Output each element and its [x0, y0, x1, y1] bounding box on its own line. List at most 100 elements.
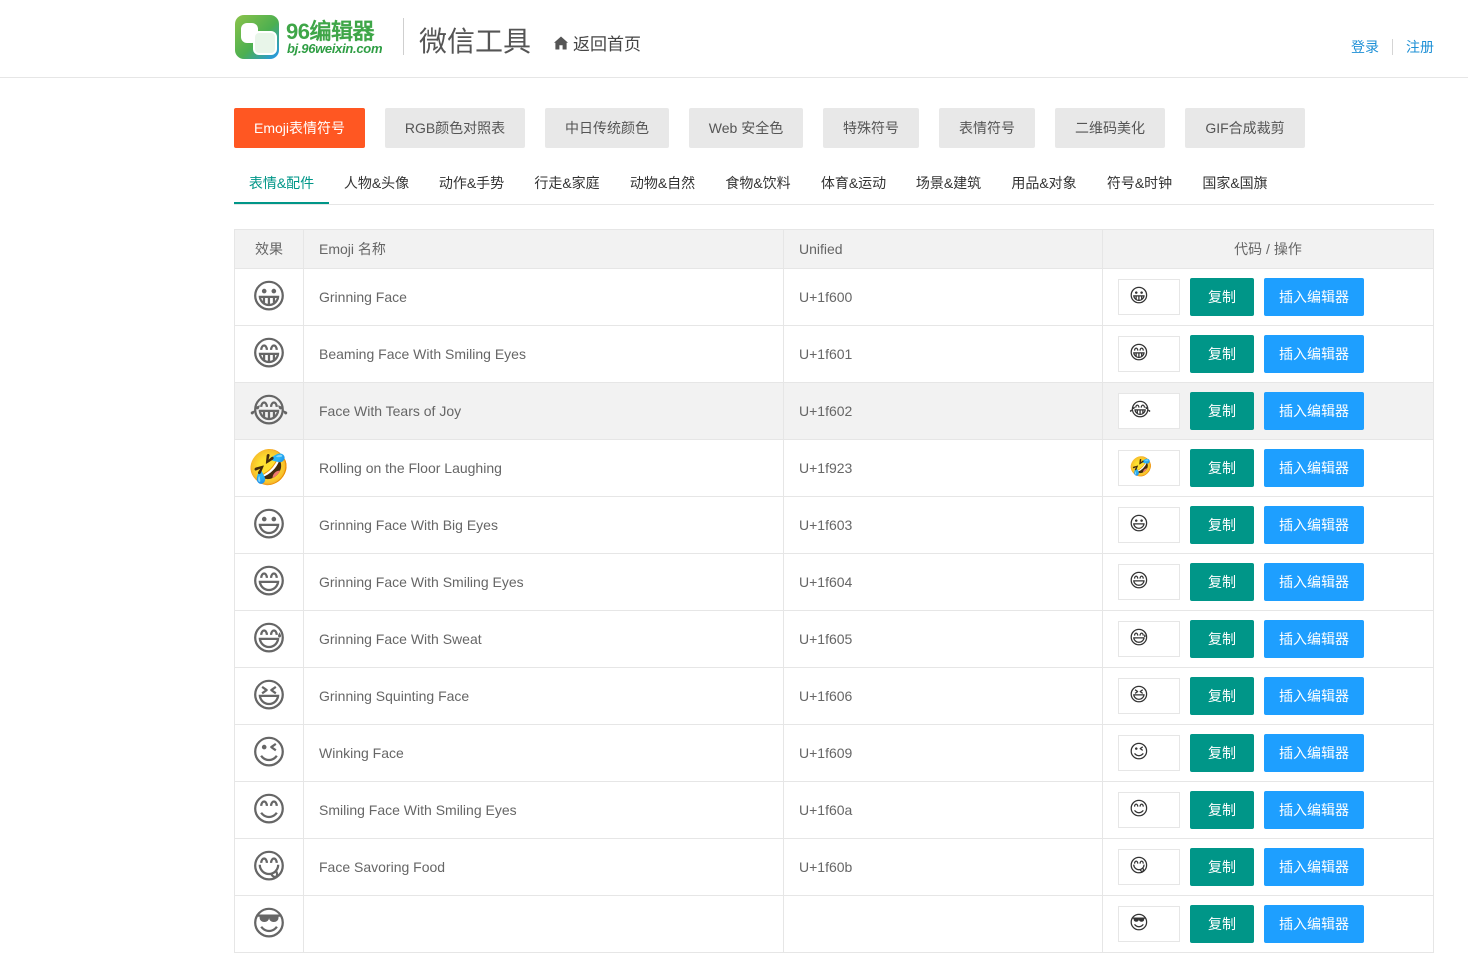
insert-editor-button[interactable]: 插入编辑器 [1264, 620, 1364, 658]
copy-button[interactable]: 复制 [1190, 278, 1254, 316]
emoji-code-field[interactable]: 😆 [1118, 678, 1180, 714]
emoji-name: Face Savoring Food [303, 838, 784, 896]
emoji-name: Face With Tears of Joy [303, 382, 784, 440]
emoji-preview: 😄 [251, 563, 287, 601]
home-icon [554, 36, 568, 49]
site-title: 微信工具 [419, 26, 532, 57]
copy-button[interactable]: 复制 [1190, 392, 1254, 430]
copy-button[interactable]: 复制 [1190, 506, 1254, 544]
emoji-code-field[interactable]: 😅 [1118, 621, 1180, 657]
insert-editor-button[interactable]: 插入编辑器 [1264, 335, 1364, 373]
insert-editor-button[interactable]: 插入编辑器 [1264, 677, 1364, 715]
insert-editor-button[interactable]: 插入编辑器 [1264, 449, 1364, 487]
emoji-name: Grinning Squinting Face [303, 667, 784, 725]
emoji-unified: U+1f605 [783, 610, 1103, 668]
copy-button[interactable]: 复制 [1190, 848, 1254, 886]
emoji-preview-cell: 😂 [234, 382, 304, 440]
emoji-preview: 😃 [251, 506, 287, 544]
emoji-preview: 😀 [251, 278, 287, 316]
copy-button[interactable]: 复制 [1190, 620, 1254, 658]
emoji-ops-cell: 😁 复制 插入编辑器 [1102, 325, 1434, 383]
emoji-code-field[interactable]: 😁 [1118, 336, 1180, 372]
emoji-preview: 😋 [251, 848, 287, 886]
insert-editor-button[interactable]: 插入编辑器 [1264, 278, 1364, 316]
emoji-ops-cell: 🤣 复制 插入编辑器 [1102, 439, 1434, 497]
copy-button[interactable]: 复制 [1190, 335, 1254, 373]
emoji-code-field[interactable]: 😀 [1118, 279, 1180, 315]
emoji-ops-cell: 😎 复制 插入编辑器 [1102, 895, 1434, 953]
emoji-code-field[interactable]: 😉 [1118, 735, 1180, 771]
tool-tab-qrcode[interactable]: 二维码美化 [1055, 108, 1165, 148]
tool-tab-emoji[interactable]: Emoji表情符号 [234, 108, 365, 148]
tool-tab-emoticons[interactable]: 表情符号 [939, 108, 1035, 148]
emoji-ops-cell: 😀 复制 插入编辑器 [1102, 268, 1434, 326]
emoji-code-field[interactable]: 🤣 [1118, 450, 1180, 486]
insert-editor-button[interactable]: 插入编辑器 [1264, 905, 1364, 943]
emoji-code-field[interactable]: 😂 [1118, 393, 1180, 429]
register-link[interactable]: 注册 [1406, 37, 1434, 57]
tab-people[interactable]: 人物&头像 [329, 162, 424, 202]
tab-food[interactable]: 食物&饮料 [710, 162, 806, 202]
tool-tab-traditional-colors[interactable]: 中日传统颜色 [545, 108, 669, 148]
tab-objects[interactable]: 用品&对象 [996, 162, 1092, 202]
emoji-preview: 😊 [251, 791, 287, 829]
insert-editor-button[interactable]: 插入编辑器 [1264, 791, 1364, 829]
table-row: 😃 Grinning Face With Big Eyes U+1f603 😃 复制 插入… [234, 496, 1434, 554]
tab-faces[interactable]: 表情&配件 [234, 162, 329, 204]
emoji-code-field[interactable]: 😋 [1118, 849, 1180, 885]
insert-editor-button[interactable]: 插入编辑器 [1264, 506, 1364, 544]
emoji-unified: U+1f609 [783, 724, 1103, 782]
tool-tab-web-safe[interactable]: Web 安全色 [689, 108, 803, 148]
emoji-ops-cell: 😆 复制 插入编辑器 [1102, 667, 1434, 725]
emoji-code-field[interactable]: 😃 [1118, 507, 1180, 543]
tool-tab-gif[interactable]: GIF合成裁剪 [1185, 108, 1305, 148]
tab-family[interactable]: 行走&家庭 [519, 162, 615, 202]
emoji-ops: 😅 复制 插入编辑器 [1103, 620, 1433, 658]
col-header-ops: 代码 / 操作 [1102, 229, 1434, 269]
table-row: 😀 Grinning Face U+1f600 😀 复制 插入编辑器 [234, 268, 1434, 326]
emoji-ops: 😋 复制 插入编辑器 [1103, 848, 1433, 886]
emoji-preview: 😅 [251, 620, 287, 658]
insert-editor-button[interactable]: 插入编辑器 [1264, 392, 1364, 430]
table-row: 😊 Smiling Face With Smiling Eyes U+1f60a 😊 复… [234, 781, 1434, 839]
emoji-table: 效果 Emoji 名称 Unified 代码 / 操作 😀 Grinning Fa… [234, 229, 1434, 953]
emoji-ops: 😎 复制 插入编辑器 [1103, 905, 1433, 943]
copy-button[interactable]: 复制 [1190, 791, 1254, 829]
tab-gestures[interactable]: 动作&手势 [424, 162, 519, 202]
home-link[interactable]: 返回首页 [553, 30, 641, 55]
emoji-ops: 😀 复制 插入编辑器 [1103, 278, 1433, 316]
emoji-preview-cell: 😆 [234, 667, 304, 725]
insert-editor-button[interactable]: 插入编辑器 [1264, 734, 1364, 772]
emoji-code-field[interactable]: 😎 [1118, 906, 1180, 942]
emoji-name: Grinning Face With Smiling Eyes [303, 553, 784, 611]
tool-tab-rgb[interactable]: RGB颜色对照表 [385, 108, 525, 148]
emoji-preview-cell: 😉 [234, 724, 304, 782]
emoji-preview-cell: 🤣 [234, 439, 304, 497]
emoji-ops-cell: 😃 复制 插入编辑器 [1102, 496, 1434, 554]
copy-button[interactable]: 复制 [1190, 677, 1254, 715]
emoji-ops-cell: 😅 复制 插入编辑器 [1102, 610, 1434, 668]
emoji-code-field[interactable]: 😊 [1118, 792, 1180, 828]
copy-button[interactable]: 复制 [1190, 449, 1254, 487]
insert-editor-button[interactable]: 插入编辑器 [1264, 563, 1364, 601]
emoji-preview: 😎 [251, 905, 287, 943]
copy-button[interactable]: 复制 [1190, 563, 1254, 601]
emoji-name: Winking Face [303, 724, 784, 782]
emoji-unified: U+1f603 [783, 496, 1103, 554]
copy-button[interactable]: 复制 [1190, 905, 1254, 943]
tool-tab-special-symbols[interactable]: 特殊符号 [823, 108, 919, 148]
emoji-preview: 🤣 [247, 449, 291, 487]
login-link[interactable]: 登录 [1351, 37, 1379, 57]
tab-flags[interactable]: 国家&国旗 [1187, 162, 1283, 202]
emoji-preview-cell: 😁 [234, 325, 304, 383]
logo-icon[interactable] [235, 15, 279, 59]
table-row: 😆 Grinning Squinting Face U+1f606 😆 复制 插入编辑器 [234, 667, 1434, 725]
insert-editor-button[interactable]: 插入编辑器 [1264, 848, 1364, 886]
tab-sports[interactable]: 体育&运动 [806, 162, 901, 202]
tab-animals[interactable]: 动物&自然 [615, 162, 710, 202]
emoji-preview-cell: 😋 [234, 838, 304, 896]
emoji-code-field[interactable]: 😄 [1118, 564, 1180, 600]
copy-button[interactable]: 复制 [1190, 734, 1254, 772]
tab-places[interactable]: 场景&建筑 [901, 162, 996, 202]
tab-symbols[interactable]: 符号&时钟 [1092, 162, 1187, 202]
